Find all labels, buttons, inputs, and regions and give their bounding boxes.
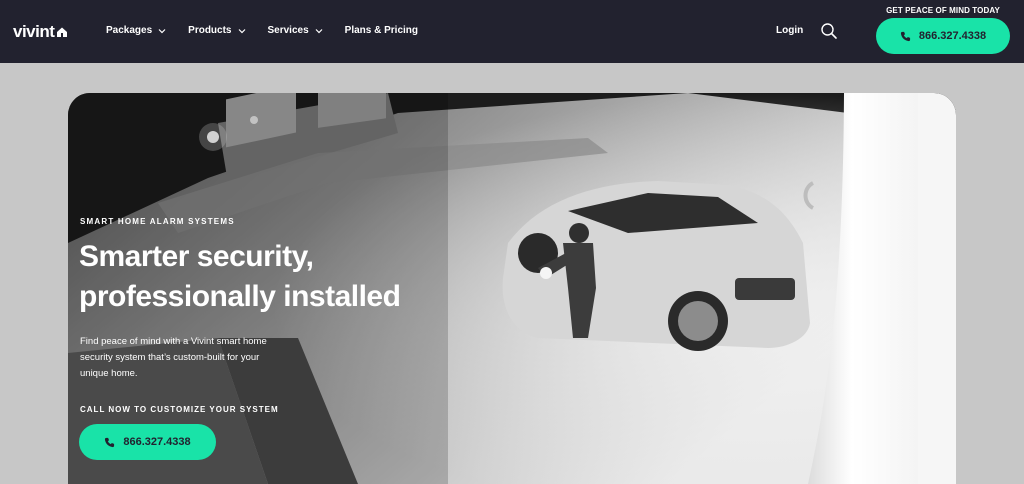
logo-text: vivint (13, 22, 55, 41)
hero-headline-line2: professionally installed (79, 280, 401, 313)
nav-packages[interactable]: Packages (106, 25, 166, 36)
login-link[interactable]: Login (776, 25, 803, 36)
hero-eyebrow: SMART HOME ALARM SYSTEMS (80, 217, 235, 226)
hero-subcopy: Find peace of mind with a Vivint smart h… (80, 336, 267, 379)
main-nav: Packages Products Services Plans & Prici… (106, 25, 440, 36)
nav-services[interactable]: Services (268, 25, 323, 36)
phone-icon (900, 31, 910, 41)
nav-products[interactable]: Products (188, 25, 245, 36)
search-icon[interactable] (820, 22, 838, 40)
header-phone-button[interactable]: 866.327.4338 (876, 18, 1010, 54)
nav-packages-label: Packages (106, 25, 153, 36)
nav-plans-pricing[interactable]: Plans & Pricing (345, 25, 418, 36)
phone-icon (105, 437, 115, 447)
hero-headline-line1: Smarter security, (79, 240, 314, 273)
chevron-down-icon (315, 28, 323, 33)
vivint-logo[interactable]: vivint (13, 22, 68, 42)
header-phone-number: 866.327.4338 (918, 30, 987, 42)
chevron-down-icon (158, 28, 166, 33)
hero-headline: Smarter security, professionally install… (79, 237, 479, 317)
hero-cta-label: CALL NOW TO CUSTOMIZE YOUR SYSTEM (80, 405, 279, 414)
house-icon (57, 27, 68, 37)
chevron-down-icon (238, 28, 245, 33)
site-header: vivint Packages Products Services Plans … (0, 0, 1024, 63)
hero-phone-button[interactable]: 866.327.4338 (79, 424, 216, 460)
hero-banner: SMART HOME ALARM SYSTEMS Smarter securit… (68, 93, 956, 484)
nav-services-label: Services (267, 25, 309, 36)
hero-phone-number: 866.327.4338 (123, 436, 191, 448)
nav-plans-pricing-label: Plans & Pricing (344, 25, 419, 36)
nav-products-label: Products (188, 25, 232, 36)
header-tagline: GET PEACE OF MIND TODAY (886, 6, 1000, 15)
